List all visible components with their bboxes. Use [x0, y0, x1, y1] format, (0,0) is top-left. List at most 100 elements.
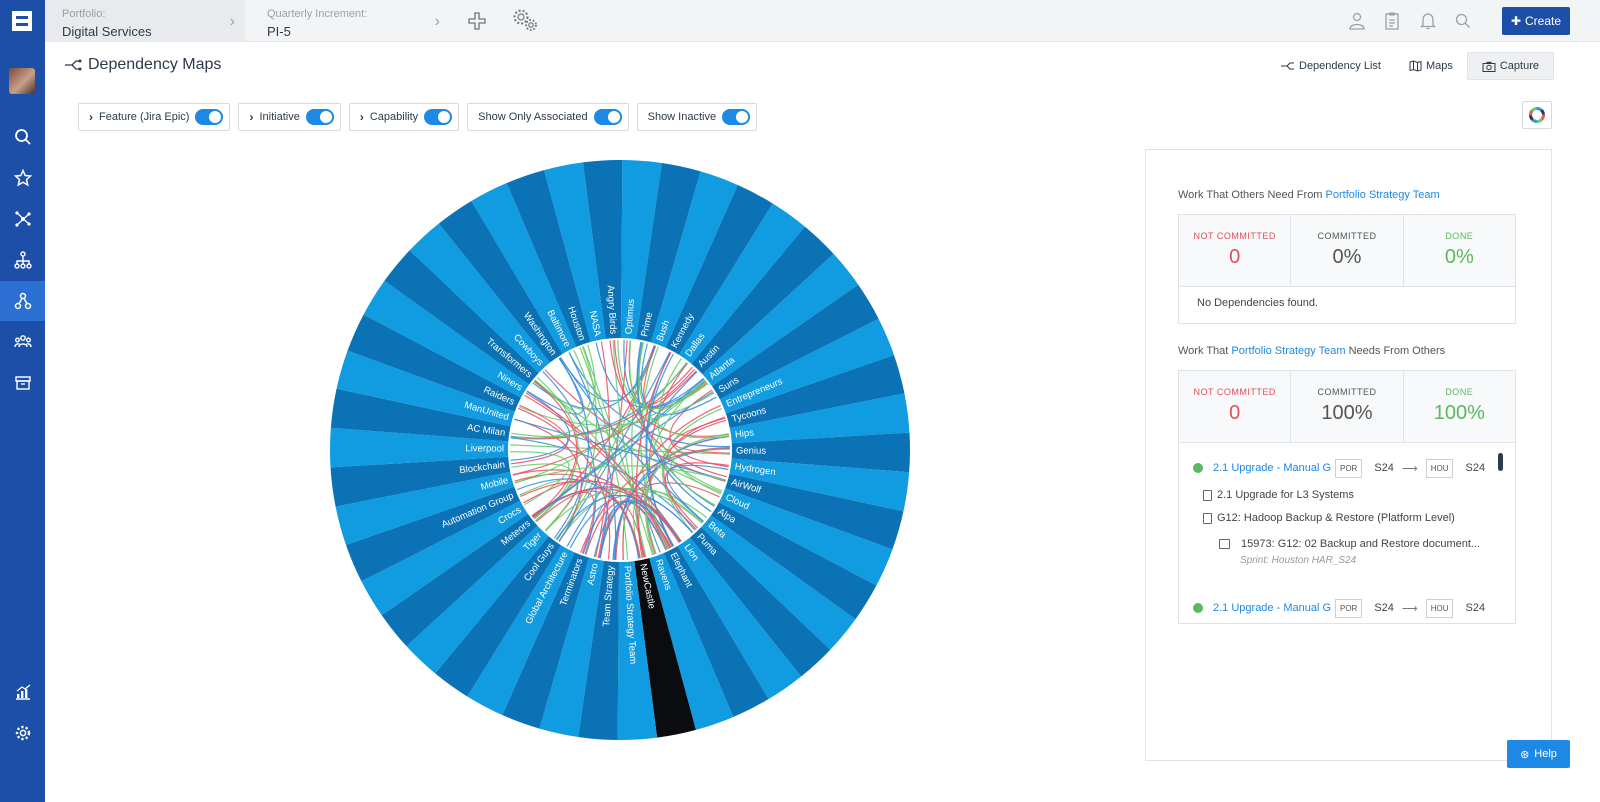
- section-others-need-title: Work That Others Need From Portfolio Str…: [1178, 189, 1440, 201]
- capture-label: Capture: [1499, 60, 1539, 72]
- toggle-label: Show Inactive: [647, 111, 717, 123]
- team-link[interactable]: Portfolio Strategy Team: [1231, 345, 1345, 357]
- help-label: Help: [1534, 748, 1557, 760]
- maps-label: Maps: [1425, 60, 1453, 72]
- toggle-show-inactive[interactable]: Show Inactive: [636, 103, 758, 131]
- view-links: Dependency List Maps Capture: [1267, 52, 1554, 80]
- toggle-initiative[interactable]: › Initiative: [238, 103, 341, 131]
- team-label[interactable]: Genius: [736, 445, 766, 456]
- toggle-switch[interactable]: [593, 109, 622, 125]
- dependency-list-link[interactable]: Dependency List: [1267, 52, 1395, 80]
- team-tag: POR: [1335, 598, 1363, 618]
- nav-network[interactable]: [0, 199, 45, 239]
- dependency-chord-diagram[interactable]: Angry Birds Optimus Prime BushKennedyDallas…: [320, 150, 920, 750]
- sprint-label: S24: [1374, 602, 1394, 614]
- nav-hierarchy[interactable]: [0, 240, 45, 280]
- stat-value: 0%: [1444, 246, 1474, 268]
- toggle-switch[interactable]: [195, 109, 224, 125]
- maps-link[interactable]: Maps: [1395, 52, 1467, 80]
- search-icon: [14, 129, 31, 145]
- stat-value: 100%: [1433, 402, 1485, 424]
- stat-label: DONE: [1445, 231, 1474, 241]
- nav-favorites[interactable]: [0, 158, 45, 198]
- clipboard-icon[interactable]: [1382, 11, 1402, 31]
- stat-value: 100%: [1321, 402, 1373, 424]
- section-title-prefix: Work That: [1178, 345, 1232, 357]
- chevron-right-icon: ›: [359, 110, 364, 124]
- toggle-label: Show Only Associated: [478, 111, 588, 123]
- sub-item-story[interactable]: 15973: G12: 02 Backup and Restore docume…: [1219, 538, 1480, 550]
- team-link[interactable]: Portfolio Strategy Team: [1326, 189, 1440, 201]
- nav-teams[interactable]: [0, 322, 45, 362]
- nav-settings[interactable]: [0, 713, 45, 753]
- sprint-label: S24: [1465, 602, 1486, 614]
- app-logo-icon[interactable]: [11, 10, 33, 32]
- add-icon[interactable]: [467, 11, 487, 31]
- color-wheel-icon: [1529, 107, 1545, 123]
- dependency-panel: Work That Others Need From Portfolio Str…: [1145, 149, 1552, 761]
- status-dot: [1193, 463, 1203, 473]
- help-button[interactable]: ⊛ Help: [1507, 740, 1570, 768]
- status-dot: [1193, 603, 1203, 613]
- toggle-capability[interactable]: › Capability: [348, 103, 460, 131]
- camera-icon: [1482, 61, 1496, 72]
- color-wheel-button[interactable]: [1522, 101, 1552, 129]
- stat-label: COMMITTED: [1317, 231, 1377, 241]
- stat-label: COMMITTED: [1317, 387, 1377, 397]
- needs-from-others-stats: NOT COMMITTED 0 COMMITTED 100% DONE 100%…: [1178, 370, 1516, 624]
- toggle-switch[interactable]: [305, 109, 334, 125]
- hierarchy-icon: [13, 251, 32, 269]
- sprint-label: S24: [1465, 462, 1486, 474]
- portfolio-value: Digital Services: [62, 24, 152, 39]
- stat-value: 0: [1229, 246, 1241, 268]
- increment-value: PI-5: [267, 24, 291, 39]
- create-button[interactable]: ✚ Create: [1502, 7, 1570, 35]
- document-icon: [1203, 512, 1212, 524]
- nav-dependencies[interactable]: [0, 281, 45, 321]
- top-bar: Portfolio: Digital Services › Quarterly …: [45, 0, 1600, 42]
- stat-committed: COMMITTED 0%: [1291, 215, 1404, 286]
- chart-icon: [15, 684, 30, 700]
- stat-value: 0%: [1332, 246, 1362, 268]
- sub-item-feature[interactable]: G12: Hadoop Backup & Restore (Platform L…: [1203, 512, 1455, 524]
- stat-not-committed: NOT COMMITTED 0: [1179, 371, 1292, 442]
- toggle-feature[interactable]: › Feature (Jira Epic): [78, 103, 231, 131]
- nav-archive[interactable]: [0, 363, 45, 403]
- stat-committed: COMMITTED 100%: [1291, 371, 1404, 442]
- dependency-row[interactable]: 2.1 Upgrade - Manual G POR S24 ⟶ HOU S24: [1193, 597, 1493, 619]
- dependency-title-link[interactable]: 2.1 Upgrade - Manual G: [1213, 462, 1335, 474]
- toggle-switch[interactable]: [722, 109, 751, 125]
- portfolio-selector[interactable]: Portfolio: Digital Services ›: [45, 0, 245, 42]
- sub-item-label: G12: Hadoop Backup & Restore (Platform L…: [1217, 512, 1455, 524]
- team-tag: HOU: [1425, 598, 1454, 618]
- user-avatar[interactable]: [9, 68, 35, 94]
- sub-item-initiative[interactable]: 2.1 Upgrade for L3 Systems: [1203, 489, 1354, 501]
- search-icon[interactable]: [1453, 11, 1473, 31]
- stat-label: DONE: [1445, 387, 1474, 397]
- toggle-show-only-associated[interactable]: Show Only Associated: [467, 103, 629, 131]
- toggle-switch[interactable]: [424, 109, 453, 125]
- team-label[interactable]: Liverpool: [465, 443, 504, 454]
- scrollbar-thumb[interactable]: [1498, 453, 1503, 471]
- teams-icon: [13, 335, 32, 348]
- dependency-row[interactable]: 2.1 Upgrade - Manual G POR S24 ⟶ HOU S24: [1193, 457, 1493, 479]
- section-title-suffix: Needs From Others: [1345, 345, 1446, 357]
- user-icon[interactable]: [1347, 11, 1367, 31]
- team-tag: POR: [1335, 458, 1363, 478]
- dependency-title-link[interactable]: 2.1 Upgrade - Manual G: [1213, 602, 1335, 614]
- stat-row: NOT COMMITTED 0 COMMITTED 0% DONE 0%: [1179, 215, 1515, 287]
- toggle-label: Initiative: [259, 111, 300, 123]
- dependency-list-label: Dependency List: [1299, 60, 1381, 72]
- arrow-right-icon: ⟶: [1401, 602, 1418, 615]
- nav-reports[interactable]: [0, 672, 45, 712]
- increment-selector[interactable]: Quarterly Increment: PI-5 ›: [250, 0, 450, 42]
- stat-row: NOT COMMITTED 0 COMMITTED 100% DONE 100%: [1179, 371, 1515, 443]
- nav-search[interactable]: [0, 117, 45, 157]
- sprint-note: Sprint: Houston HAR_S24: [1240, 555, 1357, 566]
- capture-button[interactable]: Capture: [1466, 52, 1554, 80]
- bell-icon[interactable]: [1418, 11, 1438, 31]
- settings-gears-icon[interactable]: [511, 7, 539, 33]
- gear-icon: [15, 725, 30, 741]
- chevron-right-icon: ›: [434, 13, 440, 30]
- team-tag: HOU: [1425, 458, 1454, 478]
